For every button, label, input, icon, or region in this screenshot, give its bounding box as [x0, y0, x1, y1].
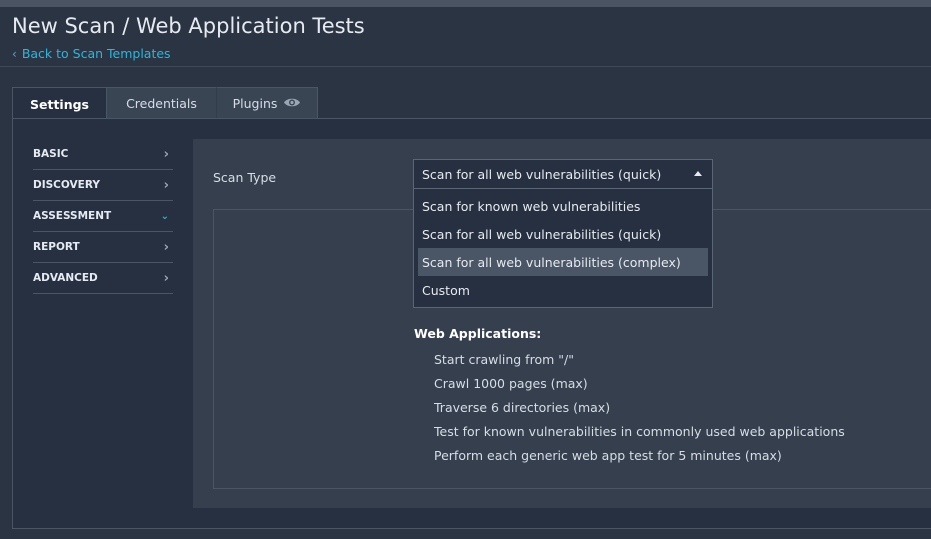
sidebar-item-assessment[interactable]: ASSESSMENT ⌄ [33, 201, 173, 232]
sidebar-item-label: REPORT [33, 241, 80, 253]
dropdown-option[interactable]: Custom [418, 276, 708, 304]
scan-type-selected-value: Scan for all web vulnerabilities (quick) [422, 166, 662, 182]
chevron-right-icon: › [163, 146, 169, 162]
tab-plugins[interactable]: Plugins [217, 87, 318, 119]
sidebar-item-advanced[interactable]: ADVANCED › [33, 263, 173, 294]
tab-settings-label: Settings [29, 96, 89, 112]
chevron-right-icon: › [163, 239, 169, 255]
sidebar-item-label: ADVANCED [33, 272, 98, 284]
scan-type-label: Scan Type [213, 170, 277, 185]
web-applications-list: Start crawling from "/" Crawl 1000 pages… [434, 349, 845, 469]
list-item: Test for known vulnerabilities in common… [434, 424, 845, 439]
list-item: Traverse 6 directories (max) [434, 400, 611, 415]
sidebar-item-basic[interactable]: BASIC › [33, 139, 173, 170]
list-item: Perform each generic web app test for 5 … [434, 448, 782, 463]
header-divider [0, 66, 931, 67]
back-link-label: Back to Scan Templates [21, 46, 171, 61]
sidebar-item-label: BASIC [33, 148, 69, 160]
chevron-left-icon: ‹ [12, 46, 17, 61]
chevron-down-icon: ⌄ [160, 210, 169, 222]
chevron-right-icon: › [163, 177, 169, 193]
chevron-right-icon: › [163, 270, 169, 286]
tab-bar: Settings Credentials Plugins [12, 87, 318, 120]
scan-type-dropdown: Scan for known web vulnerabilities Scan … [413, 189, 713, 308]
caret-up-icon [694, 171, 702, 176]
dropdown-option-highlighted[interactable]: Scan for all web vulnerabilities (comple… [418, 248, 708, 276]
dropdown-option[interactable]: Scan for all web vulnerabilities (quick) [418, 220, 708, 248]
settings-sidebar: BASIC › DISCOVERY › ASSESSMENT ⌄ REPORT … [33, 139, 173, 294]
tab-settings[interactable]: Settings [12, 87, 107, 120]
eye-icon [283, 96, 301, 111]
sidebar-item-report[interactable]: REPORT › [33, 232, 173, 263]
sidebar-item-discovery[interactable]: DISCOVERY › [33, 170, 173, 201]
scan-type-select[interactable]: Scan for all web vulnerabilities (quick) [413, 159, 713, 189]
top-bar [0, 0, 931, 7]
sidebar-item-label: ASSESSMENT [33, 210, 112, 222]
back-to-templates-link[interactable]: ‹ Back to Scan Templates [12, 46, 171, 61]
tab-plugins-label: Plugins [232, 96, 278, 111]
tab-credentials[interactable]: Credentials [107, 87, 217, 119]
page-title: New Scan / Web Application Tests [12, 14, 365, 38]
dropdown-option[interactable]: Scan for known web vulnerabilities [418, 192, 708, 220]
web-applications-heading: Web Applications: [414, 326, 542, 341]
list-item: Crawl 1000 pages (max) [434, 376, 588, 391]
list-item: Start crawling from "/" [434, 352, 574, 367]
sidebar-item-label: DISCOVERY [33, 179, 100, 191]
tab-credentials-label: Credentials [126, 96, 197, 111]
